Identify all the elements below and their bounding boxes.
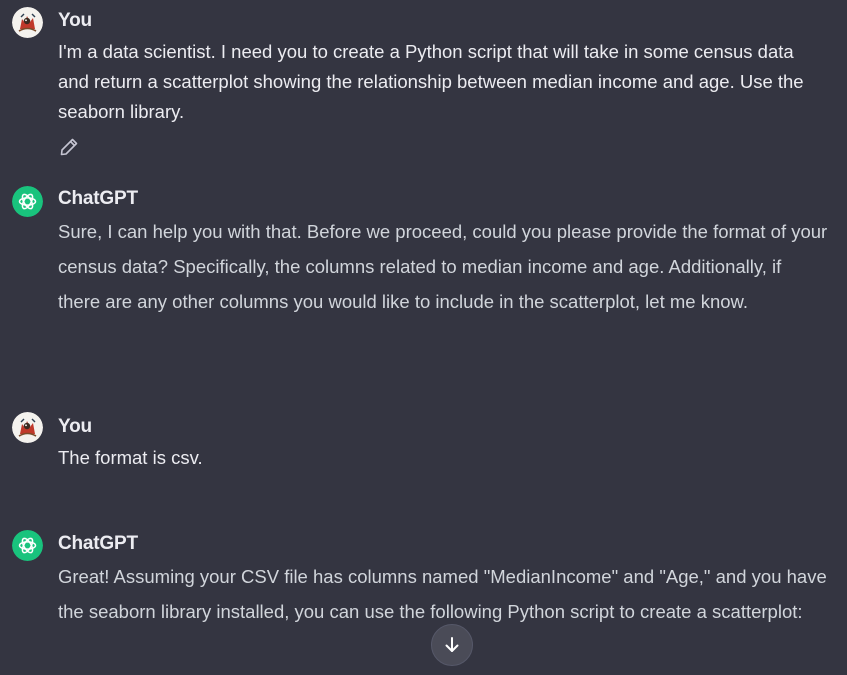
message-paragraph: Great! Assuming your CSV file has column…	[58, 566, 827, 622]
message-author: You	[58, 10, 92, 31]
message-text: The format is csv.	[58, 443, 828, 473]
message-text: Sure, I can help you with that. Before w…	[58, 214, 828, 319]
message-author: You	[58, 416, 92, 437]
message-paragraph: Sure, I can help you with that. Before w…	[58, 221, 828, 312]
message-paragraph: The format is csv.	[58, 447, 203, 468]
message-author: ChatGPT	[58, 188, 138, 209]
user-avatar-icon	[12, 7, 43, 38]
pencil-icon	[60, 138, 78, 156]
edit-message-button[interactable]	[58, 136, 80, 158]
scroll-to-bottom-button[interactable]	[431, 624, 473, 666]
chat-conversation: You I'm a data scientist. I need you to …	[0, 0, 847, 675]
message-author: ChatGPT	[58, 533, 138, 554]
user-avatar-icon	[12, 412, 43, 443]
openai-logo-icon	[12, 530, 43, 561]
message-text: I'm a data scientist. I need you to crea…	[58, 37, 828, 127]
message-text: Great! Assuming your CSV file has column…	[58, 559, 828, 629]
openai-logo-icon	[12, 186, 43, 217]
arrow-down-icon	[445, 637, 459, 652]
message-paragraph: I'm a data scientist. I need you to crea…	[58, 41, 804, 122]
